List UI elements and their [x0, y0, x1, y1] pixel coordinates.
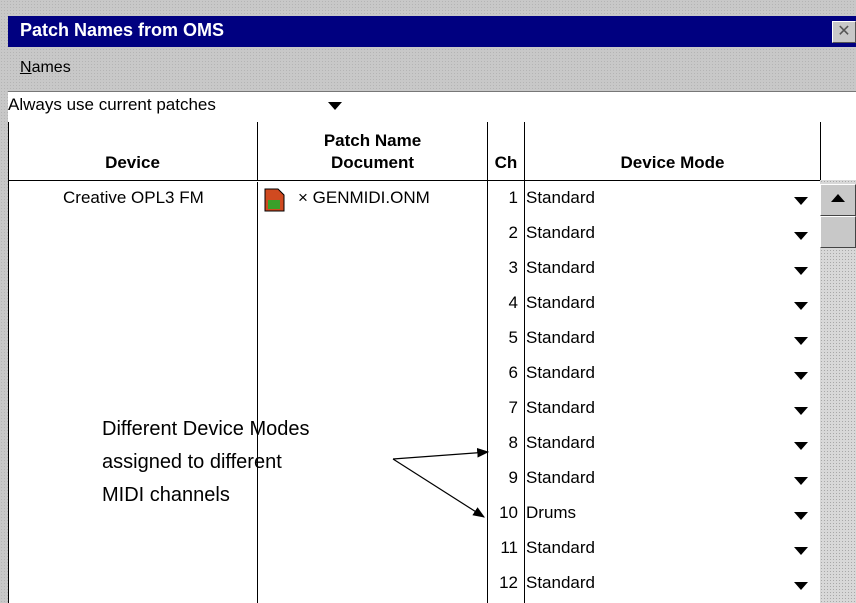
annotation-arrows [392, 448, 490, 518]
patch-names-window: Patch Names from OMS ✕ Names Always use … [0, 0, 856, 603]
arrow-to-channel-8 [392, 448, 490, 460]
arrow-to-channel-10 [392, 458, 486, 518]
